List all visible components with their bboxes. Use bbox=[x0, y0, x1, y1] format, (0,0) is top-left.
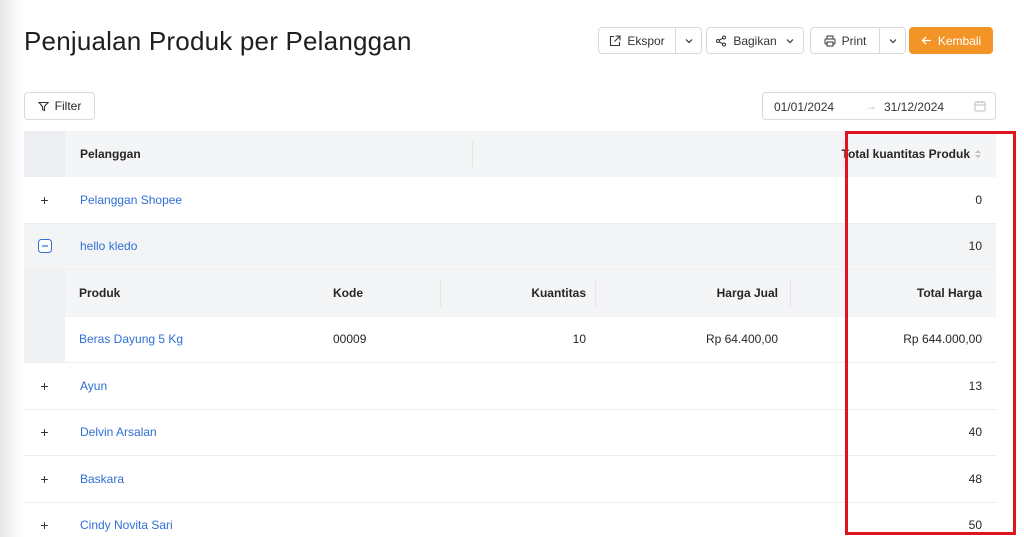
print-dropdown-button[interactable] bbox=[880, 27, 906, 54]
back-button[interactable]: Kembali bbox=[909, 27, 993, 54]
product-quantity: 10 bbox=[572, 332, 586, 347]
export-button[interactable]: Ekspor bbox=[598, 27, 676, 54]
product-link[interactable]: Beras Dayung 5 Kg bbox=[79, 317, 183, 363]
subtable-header: Produk Kode Kuantitas Harga Jual Total H… bbox=[24, 270, 996, 317]
print-group: Print bbox=[810, 27, 906, 54]
column-divider bbox=[440, 280, 441, 307]
customer-link[interactable]: hello kledo bbox=[80, 224, 137, 270]
customer-link[interactable]: Delvin Arsalan bbox=[80, 410, 157, 456]
plus-icon: + bbox=[40, 377, 49, 394]
filter-icon bbox=[37, 101, 49, 111]
subcolumn-header-quantity: Kuantitas bbox=[531, 286, 586, 301]
back-label: Kembali bbox=[937, 33, 982, 48]
table-row: + Delvin Arsalan 40 bbox=[24, 410, 996, 456]
total-qty-value: 10 bbox=[968, 239, 982, 254]
collapse-row-button[interactable] bbox=[24, 224, 65, 270]
sales-table: Pelanggan Total kuantitas Produk + Pelan… bbox=[24, 131, 996, 537]
chevron-down-icon bbox=[889, 38, 896, 43]
calendar-icon bbox=[974, 101, 986, 112]
page-title: Penjualan Produk per Pelanggan bbox=[24, 26, 412, 56]
column-divider bbox=[472, 141, 473, 167]
expand-row-button[interactable]: + bbox=[24, 410, 65, 456]
chevron-down-icon bbox=[685, 38, 692, 43]
end-date[interactable]: 31/12/2024 bbox=[884, 100, 944, 114]
print-button[interactable]: Print bbox=[810, 27, 880, 54]
subcolumn-header-product: Produk bbox=[79, 286, 121, 301]
table-row-expanded: hello kledo 10 bbox=[24, 223, 996, 270]
column-header-customer: Pelanggan bbox=[80, 147, 141, 161]
share-button[interactable]: Bagikan bbox=[706, 27, 804, 54]
expand-row-button[interactable]: + bbox=[24, 503, 65, 537]
total-qty-value: 48 bbox=[968, 471, 982, 486]
customer-link[interactable]: Baskara bbox=[80, 456, 124, 502]
share-icon bbox=[716, 35, 727, 46]
subtable-indent bbox=[24, 270, 65, 317]
printer-icon bbox=[824, 35, 836, 46]
product-price: Rp 64.400,00 bbox=[705, 332, 778, 347]
plus-icon: + bbox=[40, 517, 49, 534]
total-qty-value: 50 bbox=[968, 518, 982, 533]
table-row: + Cindy Novita Sari 50 bbox=[24, 503, 996, 537]
customer-link[interactable]: Pelanggan Shopee bbox=[80, 177, 182, 223]
expand-row-button[interactable]: + bbox=[24, 363, 65, 409]
column-divider bbox=[595, 280, 596, 307]
customer-link[interactable]: Ayun bbox=[80, 363, 107, 409]
date-range-picker[interactable]: 01/01/2024 → 31/12/2024 bbox=[762, 92, 996, 120]
back-wrapper: Kembali bbox=[909, 27, 993, 54]
subtable-indent bbox=[24, 316, 65, 362]
export-icon bbox=[610, 34, 621, 46]
expand-row-button[interactable]: + bbox=[24, 177, 65, 223]
share-label: Bagikan bbox=[733, 33, 777, 48]
expand-column-header bbox=[24, 131, 65, 177]
start-date[interactable]: 01/01/2024 bbox=[774, 100, 834, 114]
plus-icon: + bbox=[40, 191, 49, 208]
left-edge-shade bbox=[0, 0, 24, 537]
subtable-row: Beras Dayung 5 Kg 00009 10 Rp 64.400,00 … bbox=[24, 316, 996, 363]
table-row: + Pelanggan Shopee 0 bbox=[24, 177, 996, 224]
share-wrapper: Bagikan bbox=[706, 27, 804, 54]
subcolumn-header-total-price: Total Harga bbox=[916, 286, 982, 301]
filter-label: Filter bbox=[54, 99, 82, 113]
total-qty-header-label: Total kuantitas Produk bbox=[841, 147, 970, 161]
export-dropdown-button[interactable] bbox=[676, 27, 702, 54]
total-qty-value: 13 bbox=[968, 378, 982, 393]
export-label: Ekspor bbox=[627, 33, 665, 48]
plus-icon: + bbox=[40, 424, 49, 441]
total-qty-value: 0 bbox=[975, 192, 982, 207]
table-row: + Baskara 48 bbox=[24, 456, 996, 503]
product-code: 00009 bbox=[333, 332, 367, 347]
filter-button[interactable]: Filter bbox=[24, 92, 95, 120]
total-qty-value: 40 bbox=[968, 425, 982, 440]
column-header-total-qty[interactable]: Total kuantitas Produk bbox=[842, 131, 982, 177]
arrow-left-icon bbox=[921, 36, 931, 45]
subcolumn-header-code: Kode bbox=[333, 286, 363, 301]
chevron-down-icon bbox=[786, 38, 794, 43]
expand-row-button[interactable]: + bbox=[24, 456, 65, 502]
column-divider bbox=[790, 280, 791, 307]
product-total-price: Rp 644.000,00 bbox=[903, 332, 982, 347]
export-group: Ekspor bbox=[598, 27, 702, 54]
table-header: Pelanggan Total kuantitas Produk bbox=[24, 131, 996, 177]
minus-circle-icon bbox=[37, 239, 52, 254]
customer-link[interactable]: Cindy Novita Sari bbox=[80, 503, 173, 537]
sort-icon[interactable] bbox=[974, 149, 982, 159]
subcolumn-header-price: Harga Jual bbox=[716, 286, 778, 301]
date-range-arrow: → bbox=[865, 99, 877, 113]
plus-icon: + bbox=[40, 470, 49, 487]
table-row: + Ayun 13 bbox=[24, 363, 996, 410]
print-label: Print bbox=[841, 33, 867, 48]
